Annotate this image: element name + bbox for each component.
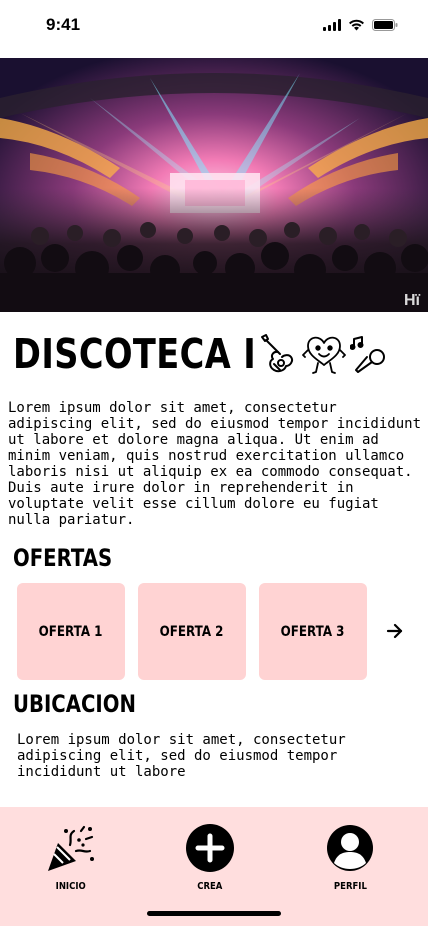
hero-image: Hï xyxy=(0,58,428,312)
signal-icon xyxy=(323,19,341,31)
battery-icon xyxy=(372,19,398,31)
arrow-right-icon[interactable] xyxy=(386,622,404,640)
status-time: 9:41 xyxy=(46,15,81,34)
venue-description: Lorem ipsum dolor sit amet, consectetur … xyxy=(8,400,422,528)
nightclub-crowd-photo xyxy=(0,58,428,312)
status-bar: 9:41 xyxy=(0,0,428,58)
venue-title: DISCOTECA I xyxy=(13,330,257,378)
nav-label-inicio: INICIO xyxy=(55,881,87,892)
guitar-icon xyxy=(261,334,294,373)
genre-icons xyxy=(256,333,390,375)
location-title: UBICACION xyxy=(13,690,136,718)
offer-card-label: OFERTA 3 xyxy=(281,623,345,640)
offer-card-label: OFERTA 2 xyxy=(160,623,224,640)
status-icons xyxy=(323,19,398,31)
location-text: Lorem ipsum dolor sit amet, consectetur … xyxy=(17,732,346,780)
offers-list: OFERTA 1 OFERTA 2 OFERTA 3 xyxy=(17,583,367,680)
heart-character-icon xyxy=(302,336,346,374)
offer-card-1[interactable]: OFERTA 1 xyxy=(17,583,125,680)
hero-watermark: Hï xyxy=(404,292,420,309)
home-indicator xyxy=(147,911,281,916)
nav-item-perfil[interactable]: PERFIL xyxy=(305,823,395,892)
wifi-icon xyxy=(349,19,364,31)
user-avatar-icon xyxy=(327,825,373,871)
plus-circle-icon xyxy=(186,824,234,872)
offers-title: OFERTAS xyxy=(13,544,113,572)
microphone-music-icon xyxy=(350,336,385,373)
nav-item-crea[interactable]: CREA xyxy=(165,823,255,892)
offer-card-2[interactable]: OFERTA 2 xyxy=(138,583,246,680)
offer-card-3[interactable]: OFERTA 3 xyxy=(259,583,367,680)
nav-label-perfil: PERFIL xyxy=(333,881,367,892)
nav-label-crea: CREA xyxy=(197,881,223,892)
offer-card-label: OFERTA 1 xyxy=(39,623,103,640)
party-popper-icon xyxy=(48,825,94,871)
bottom-nav: INICIO CREA PERFIL xyxy=(0,807,428,926)
nav-item-inicio[interactable]: INICIO xyxy=(26,823,116,892)
